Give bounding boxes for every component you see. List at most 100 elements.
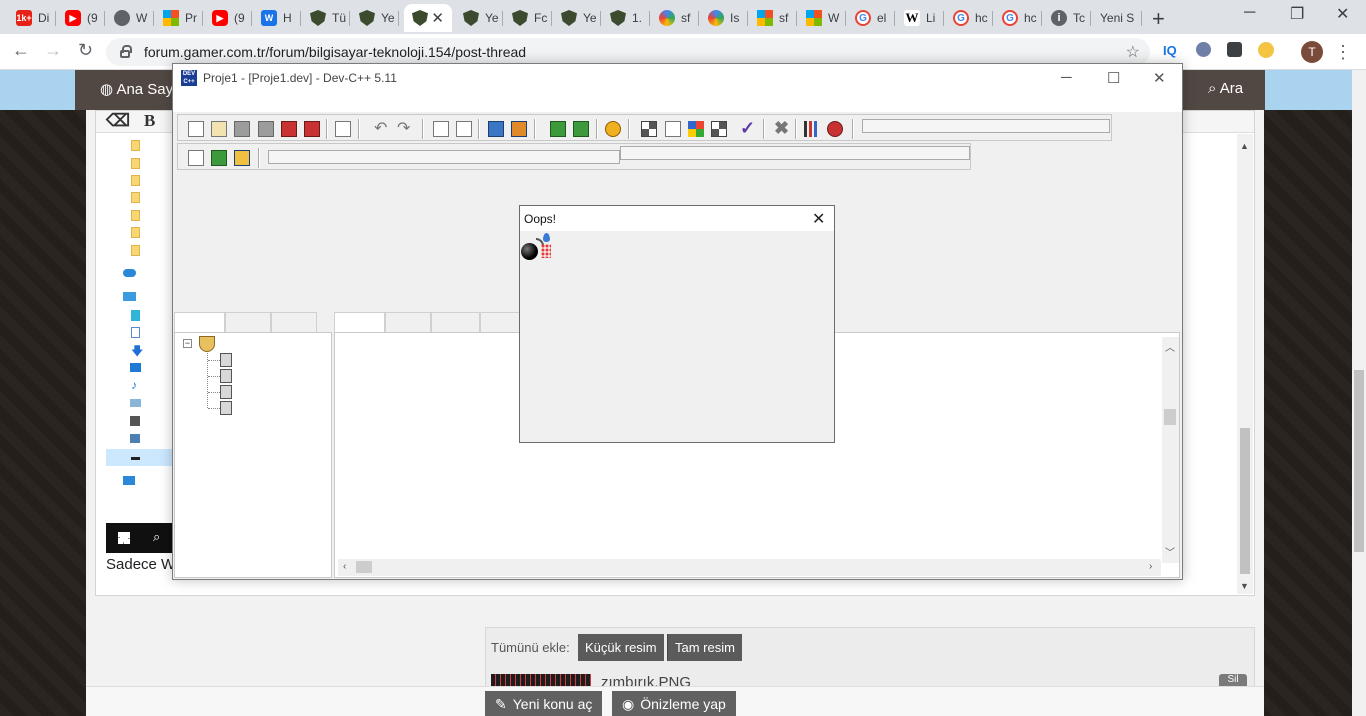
tab-2[interactable]: W <box>106 4 154 32</box>
tab-4[interactable]: ▶ (9 <box>204 4 252 32</box>
redo-icon[interactable]: ↷ <box>397 118 413 137</box>
undo-icon[interactable]: ↶ <box>374 118 390 137</box>
member-select[interactable] <box>620 146 970 160</box>
tab-project[interactable] <box>174 312 225 334</box>
iq-extension-icon[interactable]: IQ <box>1163 43 1177 58</box>
tab-16[interactable]: W <box>798 4 846 32</box>
owl-extension-icon[interactable] <box>1258 42 1274 58</box>
new-tab-icon[interactable]: + <box>1152 6 1165 32</box>
print-icon[interactable] <box>335 121 351 137</box>
profile-icon[interactable] <box>804 121 820 137</box>
tab-0[interactable]: 1k+ Di <box>8 4 56 32</box>
open-icon[interactable] <box>211 121 227 137</box>
tab-19[interactable]: Ghc <box>945 4 993 32</box>
editor-scroll-thumb[interactable] <box>1240 428 1250 574</box>
tab-active[interactable]: ✕ <box>404 4 452 32</box>
minimize-icon[interactable]: ─ <box>1244 4 1255 22</box>
editor-vertical-thumb[interactable] <box>1164 409 1176 425</box>
thumbnail-button[interactable]: Küçük resim <box>578 634 664 661</box>
rebuild-all-icon[interactable] <box>711 121 727 137</box>
close-icon[interactable]: ✕ <box>1153 69 1166 87</box>
tab-15[interactable]: sf <box>749 4 797 32</box>
tab-9[interactable]: Ye <box>455 4 503 32</box>
run-icon[interactable] <box>665 121 681 137</box>
new-file-icon[interactable] <box>188 121 204 137</box>
tab-10[interactable]: Fc <box>504 4 552 32</box>
project-tree-pane[interactable] <box>174 332 332 578</box>
tab-20[interactable]: Ghc <box>994 4 1042 32</box>
project-root-icon[interactable] <box>199 336 215 352</box>
editor-horizontal-scrollbar[interactable] <box>338 559 1161 576</box>
save-all-icon[interactable] <box>258 121 274 137</box>
stop-execution-icon[interactable]: ✖ <box>774 118 790 138</box>
compile-icon[interactable] <box>641 121 657 137</box>
project-options-icon[interactable] <box>605 121 621 137</box>
tab-editor-file[interactable] <box>334 312 385 334</box>
close-window-icon[interactable]: ✕ <box>1336 4 1349 24</box>
replace-icon[interactable] <box>456 121 472 137</box>
tree-item-icon[interactable] <box>220 369 232 383</box>
scroll-down-icon[interactable]: ▼ <box>1240 581 1249 591</box>
preview-button[interactable]: ◉ Önizleme yap <box>612 691 736 716</box>
download-extension-icon[interactable] <box>1227 42 1242 57</box>
close-file-icon[interactable] <box>281 121 297 137</box>
new-thread-button[interactable]: ✎ Yeni konu aç <box>485 691 603 716</box>
remove-from-project-icon[interactable] <box>573 121 589 137</box>
bookmark-icon[interactable] <box>511 121 527 137</box>
tree-item-icon[interactable] <box>220 353 232 367</box>
back-icon[interactable]: ← <box>12 40 30 61</box>
compass-extension-icon[interactable] <box>1196 42 1211 57</box>
tab-11[interactable]: Ye <box>553 4 601 32</box>
tab-compile-log[interactable] <box>480 312 520 333</box>
bold-icon[interactable]: B <box>144 111 155 131</box>
tab-debug[interactable] <box>271 312 317 333</box>
restore-icon[interactable]: ❐ <box>1290 4 1304 24</box>
tab-12[interactable]: 1. <box>602 4 650 32</box>
tab-7[interactable]: Ye <box>351 4 399 32</box>
tab-22[interactable]: Yeni S <box>1092 4 1142 32</box>
syntax-check-icon[interactable]: ✓ <box>740 118 756 138</box>
menu-kebab-icon[interactable]: ⋮ <box>1334 42 1352 63</box>
find-icon[interactable] <box>433 121 449 137</box>
debug-icon[interactable] <box>827 121 843 137</box>
add-to-project-icon[interactable] <box>550 121 566 137</box>
forward-icon[interactable]: → <box>44 40 62 61</box>
nav-home[interactable]: ◍ Ana Say <box>100 80 173 98</box>
chevron-down-icon[interactable]: ﹀ <box>1165 544 1175 559</box>
goto-icon[interactable] <box>234 150 250 166</box>
tab-18[interactable]: W Li <box>896 4 944 32</box>
eraser-icon[interactable]: ⌫ <box>106 111 130 131</box>
full-image-button[interactable]: Tam resim <box>667 634 742 661</box>
save-icon[interactable] <box>234 121 250 137</box>
reload-icon[interactable]: ↻ <box>78 40 93 61</box>
tab-17[interactable]: Gel <box>847 4 895 32</box>
close-icon[interactable]: ✕ <box>812 209 825 229</box>
goto-line-icon[interactable] <box>488 121 504 137</box>
collapse-icon[interactable]: − <box>183 339 192 348</box>
minimize-icon[interactable]: ─ <box>1061 69 1072 86</box>
close-all-icon[interactable] <box>304 121 320 137</box>
maximize-icon[interactable]: ☐ <box>1107 69 1120 87</box>
tree-item-icon[interactable] <box>220 385 232 399</box>
tab-compiler[interactable] <box>385 312 431 333</box>
chevron-up-icon[interactable]: ︿ <box>1165 339 1175 354</box>
tab-5[interactable]: WH <box>253 4 301 32</box>
tab-13[interactable]: sf <box>651 4 699 32</box>
url-text[interactable]: forum.gamer.com.tr/forum/bilgisayar-tekn… <box>144 44 526 60</box>
tab-3[interactable]: Pr <box>155 4 203 32</box>
chevron-left-icon[interactable]: ‹ <box>343 561 346 572</box>
editor-horizontal-thumb[interactable] <box>356 561 372 573</box>
tab-classes[interactable] <box>225 312 271 333</box>
insert-icon[interactable] <box>188 150 204 166</box>
compile-run-icon[interactable] <box>688 121 704 137</box>
profile-avatar[interactable]: T <box>1301 41 1323 63</box>
page-scroll-thumb[interactable] <box>1354 370 1364 552</box>
class-select[interactable] <box>268 150 620 164</box>
tree-item-icon[interactable] <box>220 401 232 415</box>
editor-vertical-scrollbar[interactable] <box>1162 337 1179 563</box>
close-icon[interactable]: ✕ <box>431 9 444 27</box>
tab-14[interactable]: Is <box>700 4 748 32</box>
tab-6[interactable]: Tü <box>302 4 350 32</box>
lock-icon[interactable] <box>120 45 132 58</box>
nav-search[interactable]: ⌕ Ara <box>1208 80 1243 97</box>
